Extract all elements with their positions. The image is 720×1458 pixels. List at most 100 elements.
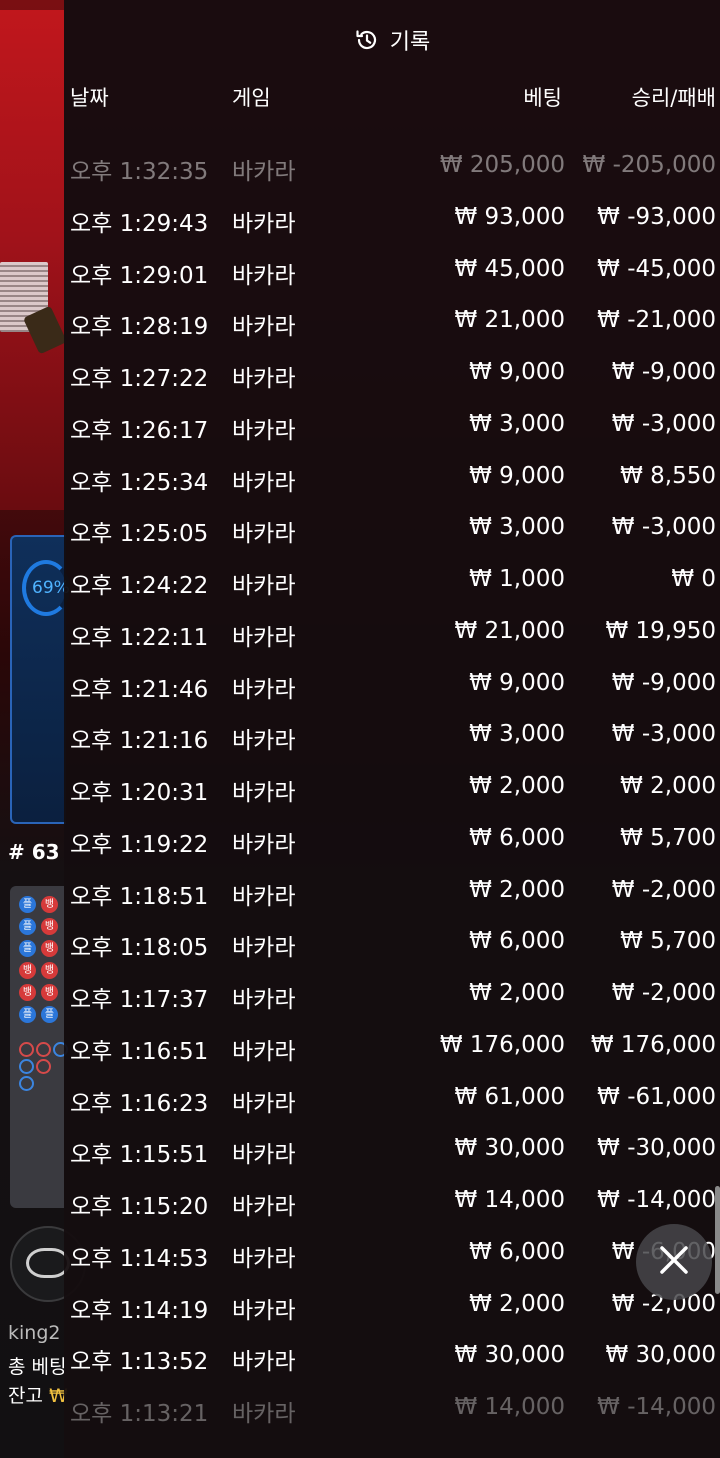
row-date: 오후 1:16:23 — [70, 1090, 209, 1117]
row-game: 바카라 — [232, 728, 296, 755]
history-row: 오후 1:14:53바카라₩ 6,000₩ -6,000 — [64, 1229, 720, 1281]
row-game: 바카라 — [232, 469, 296, 496]
road-dot-player: 플 — [19, 1006, 36, 1023]
row-result: ₩ -3,000 — [611, 514, 716, 541]
column-header-game: 게임 — [232, 86, 271, 110]
close-button[interactable] — [636, 1224, 712, 1300]
column-header-result: 승리/패배 — [631, 86, 716, 110]
row-bet: ₩ 2,000 — [469, 773, 565, 799]
row-date: 오후 1:20:31 — [70, 780, 209, 806]
road-dot-banker: 뱅 — [41, 896, 58, 913]
big-road-ring — [19, 1076, 34, 1091]
row-game: 바카라 — [232, 1349, 296, 1376]
row-bet: ₩ 6,000 — [469, 824, 565, 851]
history-list[interactable]: 오후 1:32:35 바카라 ₩ 205,000 ₩ -205,000 오후 1:29:… — [64, 142, 720, 1436]
row-game: 바카라 — [232, 314, 296, 341]
row-game: 바카라 — [232, 1142, 296, 1169]
history-row: 오후 1:18:05 바카라 ₩ 6,000 ₩ 5,700 — [64, 918, 720, 970]
row-bet: ₩ 30,000 — [454, 1135, 565, 1162]
row-bet: ₩ 1,000 — [469, 566, 565, 592]
row-date: 오후 1:14:53 — [70, 1245, 209, 1272]
row-bet: ₩ 2,000 — [469, 1290, 565, 1317]
total-bet-label: 총 베팅 — [8, 1356, 67, 1378]
row-date: 오후 1:15:51 — [70, 1142, 209, 1169]
row-result: ₩ -61,000 — [597, 1083, 716, 1110]
close-icon — [657, 1243, 691, 1281]
history-row: 오후 1:32:35 바카라 ₩ 205,000 ₩ -205,000 — [64, 142, 720, 194]
row-game: 바카라 — [232, 573, 296, 599]
row-result: ₩ 176,000 — [590, 1031, 716, 1058]
road-dot-player: 플 — [19, 940, 36, 957]
row-bet: ₩ 14,000 — [454, 1394, 565, 1420]
row-game: 바카라 — [232, 417, 296, 444]
big-road-ring — [19, 1042, 34, 1057]
row-game: 바카라 — [232, 883, 296, 910]
history-row: 오후 1:14:19 바카라 ₩ 2,000 ₩ -2,000 — [64, 1281, 720, 1333]
row-result: ₩ -30,000 — [597, 1135, 716, 1162]
row-result: ₩ 2,000 — [620, 773, 716, 799]
row-game: 바카라 — [232, 1401, 296, 1427]
row-date: 오후 1:29:43 — [70, 210, 209, 237]
row-date: 오후 1:18:51 — [70, 883, 209, 910]
panel-header: 기록 — [64, 14, 720, 66]
row-date: 오후 1:24:22 — [70, 573, 209, 599]
row-bet: ₩ 14,000 — [454, 1187, 565, 1213]
row-date: 오후 1:32:35 — [70, 159, 209, 185]
history-row: 오후 1:28:19 바카라 ₩ 21,000 ₩ -21,000 — [64, 297, 720, 349]
history-panel: 기록 날짜 게임 베팅 승리/패배 오후 1:32:35 바카라 ₩ 205,000… — [64, 0, 720, 1458]
history-row: 오후 1:26:17 바카라 ₩ 3,000 ₩ -3,000 — [64, 401, 720, 453]
row-bet: ₩ 3,000 — [469, 514, 565, 541]
row-bet: ₩ 9,000 — [469, 462, 565, 489]
history-row: 오후 1:15:51 바카라 ₩ 30,000 ₩ -30,000 — [64, 1125, 720, 1177]
row-bet: ₩ 6,000 — [469, 928, 565, 955]
row-date: 오후 1:25:05 — [70, 521, 209, 548]
row-game: 바카라 — [232, 1297, 296, 1324]
big-road-ring — [36, 1059, 51, 1074]
road-dot-player: 플 — [19, 918, 36, 935]
row-game: 바카라 — [232, 935, 296, 962]
scrollbar[interactable] — [715, 1186, 720, 1294]
row-game: 바카라 — [232, 624, 296, 651]
row-game: 바카라 — [232, 987, 296, 1013]
row-bet: ₩ 2,000 — [469, 876, 565, 903]
history-row: 오후 1:24:22 바카라 ₩ 1,000 ₩ 0 — [64, 556, 720, 608]
row-date: 오후 1:22:11 — [70, 624, 209, 651]
big-road-ring — [19, 1059, 34, 1074]
history-icon — [354, 27, 380, 53]
row-bet: ₩ 9,000 — [469, 359, 565, 385]
row-game: 바카라 — [232, 1245, 296, 1272]
column-header-bet: 베팅 — [523, 86, 562, 110]
row-date: 오후 1:19:22 — [70, 831, 209, 858]
row-game: 바카라 — [232, 366, 296, 392]
row-date: 오후 1:28:19 — [70, 314, 209, 341]
row-bet: ₩ 3,000 — [469, 410, 565, 437]
row-result: ₩ 19,950 — [605, 617, 716, 644]
history-row: 오후 1:25:34 바카라 ₩ 9,000 ₩ 8,550 — [64, 453, 720, 505]
history-row: 오후 1:15:20 바카라 ₩ 14,000 ₩ -14,000 — [64, 1177, 720, 1229]
row-bet: ₩ 6,000 — [469, 1238, 565, 1265]
big-road-ring — [36, 1042, 51, 1057]
row-date: 오후 1:27:22 — [70, 366, 209, 392]
row-result: ₩ -21,000 — [597, 307, 716, 334]
row-date: 오후 1:13:21 — [70, 1401, 209, 1427]
row-game: 바카라 — [232, 676, 296, 703]
row-result: ₩ -3,000 — [611, 721, 716, 748]
history-row: 오후 1:21:16 바카라 ₩ 3,000 ₩ -3,000 — [64, 711, 720, 763]
row-game: 바카라 — [232, 780, 296, 806]
row-bet: ₩ 21,000 — [454, 307, 565, 334]
row-date: 오후 1:14:19 — [70, 1297, 209, 1324]
road-dot-banker: 뱅 — [41, 984, 58, 1001]
row-result: ₩ -14,000 — [597, 1187, 716, 1213]
row-result: ₩ -9,000 — [611, 359, 716, 385]
row-date: 오후 1:18:05 — [70, 935, 209, 962]
row-result: ₩ -93,000 — [597, 203, 716, 230]
history-row: 오후 1:13:21 바카라 ₩ 14,000 ₩ -14,000 — [64, 1384, 720, 1436]
row-game: 바카라 — [232, 159, 296, 185]
row-result: ₩ -2,000 — [611, 980, 716, 1006]
row-bet: ₩ 30,000 — [454, 1342, 565, 1369]
road-dot-banker: 뱅 — [19, 962, 36, 979]
history-row: 오후 1:21:46 바카라 ₩ 9,000 ₩ -9,000 — [64, 660, 720, 712]
row-bet: ₩ 9,000 — [469, 669, 565, 696]
username: king2 — [8, 1322, 61, 1344]
balance-label: 잔고 ₩ — [8, 1381, 68, 1408]
